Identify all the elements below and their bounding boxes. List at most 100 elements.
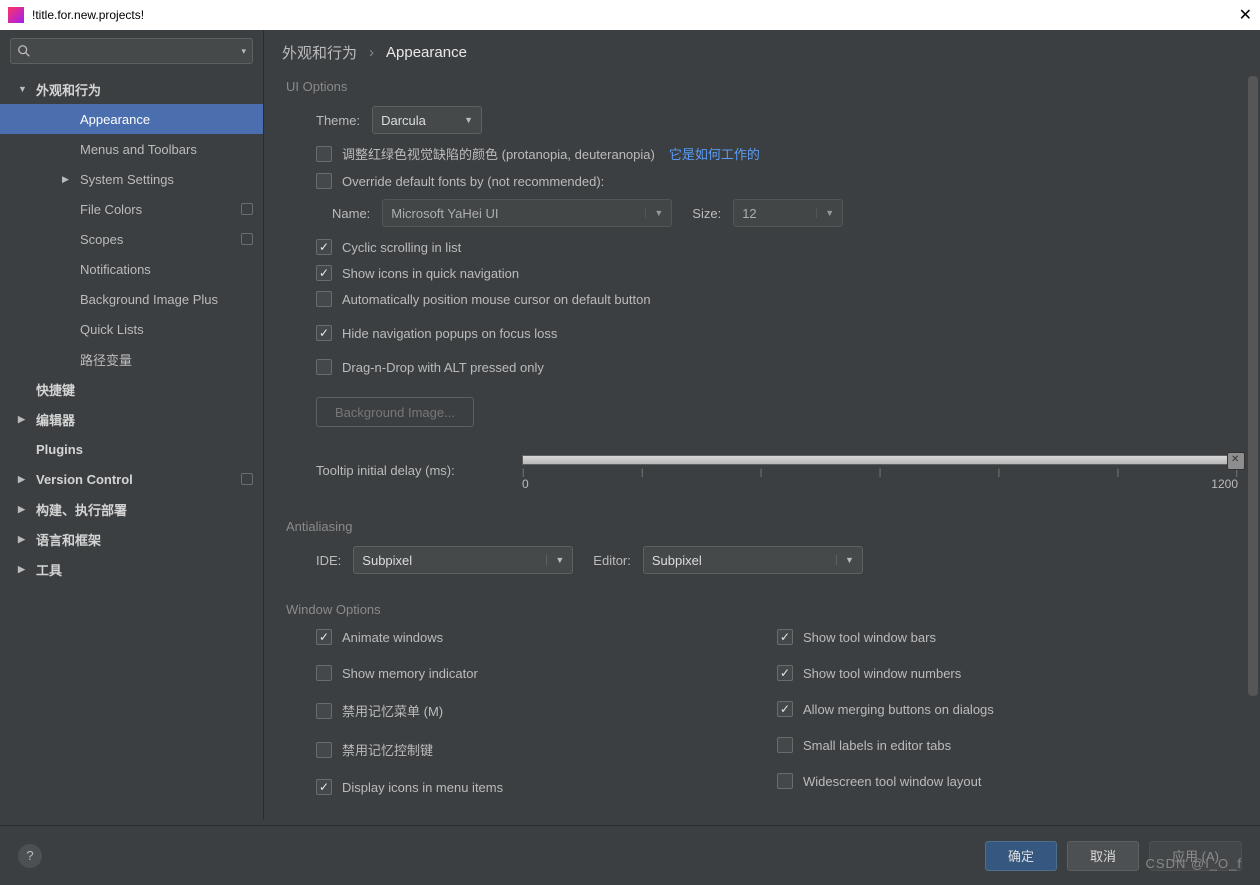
font-size-dropdown[interactable]: 12 ▼ — [733, 199, 843, 227]
search-input[interactable]: ▾ — [10, 38, 253, 64]
chevron-down-icon: ▼ — [464, 115, 473, 125]
sidebar-item[interactable]: Menus and Toolbars — [0, 134, 263, 164]
tooltip-delay-slider[interactable]: ||||||| 0 1200 — [522, 449, 1238, 491]
chevron-down-icon: ▼ — [546, 555, 564, 565]
sidebar-item-label: File Colors — [80, 202, 142, 217]
chevron-right-icon: ▶ — [18, 564, 36, 575]
cyclic-checkbox[interactable] — [316, 239, 332, 255]
sidebar-item-label: Plugins — [36, 442, 83, 457]
slider-thumb-icon[interactable] — [1227, 452, 1245, 470]
chevron-right-icon: ▶ — [18, 504, 36, 515]
sidebar-item[interactable]: Plugins — [0, 434, 263, 464]
chevron-down-icon: ▾ — [241, 46, 246, 57]
help-button[interactable]: ? — [18, 844, 42, 868]
sidebar-item[interactable]: Background Image Plus — [0, 284, 263, 314]
colorblind-checkbox[interactable] — [316, 146, 332, 162]
cancel-button[interactable]: 取消 — [1067, 841, 1139, 871]
sidebar-item[interactable]: 快捷键 — [0, 374, 263, 404]
background-image-button[interactable]: Background Image... — [316, 397, 474, 427]
toolnumbers-checkbox[interactable] — [777, 665, 793, 681]
sidebar-item[interactable]: Scopes — [0, 224, 263, 254]
content-scrollbar[interactable] — [1248, 76, 1258, 816]
sidebar-item-label: 构建、执行部署 — [36, 500, 127, 519]
sidebar-item[interactable]: ▼外观和行为 — [0, 74, 263, 104]
colorblind-link[interactable]: 它是如何工作的 — [669, 144, 760, 163]
chevron-down-icon: ▼ — [645, 208, 663, 218]
project-scope-icon — [241, 203, 253, 215]
chevron-right-icon: ▶ — [62, 174, 80, 185]
dndalt-checkbox[interactable] — [316, 359, 332, 375]
sidebar-item[interactable]: ▶构建、执行部署 — [0, 494, 263, 524]
aa-ide-dropdown[interactable]: Subpixel ▼ — [353, 546, 573, 574]
font-name-label: Name: — [332, 206, 370, 221]
chevron-right-icon: ▶ — [18, 414, 36, 425]
font-size-label: Size: — [692, 206, 721, 221]
sidebar-item[interactable]: ▶Version Control — [0, 464, 263, 494]
animate-checkbox[interactable] — [316, 629, 332, 645]
section-ui-options: UI Options — [286, 79, 1238, 94]
theme-dropdown[interactable]: Darcula ▼ — [372, 106, 482, 134]
footer: ? 确定 取消 应用 (A) — [0, 825, 1260, 885]
chevron-down-icon: ▼ — [816, 208, 834, 218]
sidebar-item-label: 路径变量 — [80, 350, 132, 369]
sidebar-item[interactable]: ▶工具 — [0, 554, 263, 584]
display-icons-checkbox[interactable] — [316, 779, 332, 795]
sidebar-item-label: 外观和行为 — [36, 80, 101, 99]
sidebar-item-label: System Settings — [80, 172, 174, 187]
theme-label: Theme: — [316, 113, 360, 128]
ok-button[interactable]: 确定 — [985, 841, 1057, 871]
mnemonics-menu-checkbox[interactable] — [316, 703, 332, 719]
breadcrumb: 外观和行为 › Appearance — [264, 30, 1260, 73]
title-bar: !title.for.new.projects! ✕ — [0, 0, 1260, 30]
chevron-down-icon: ▼ — [18, 84, 36, 94]
sidebar-item[interactable]: 路径变量 — [0, 344, 263, 374]
sidebar-item-label: 快捷键 — [36, 380, 75, 399]
sidebar-item-label: 编辑器 — [36, 410, 75, 429]
breadcrumb-sep-icon: › — [369, 44, 374, 61]
sidebar-item-label: Background Image Plus — [80, 292, 218, 307]
breadcrumb-root[interactable]: 外观和行为 — [282, 42, 357, 63]
mnemonics-ctrl-checkbox[interactable] — [316, 742, 332, 758]
app-icon — [8, 7, 24, 23]
font-name-dropdown[interactable]: Microsoft YaHei UI ▼ — [382, 199, 672, 227]
window-title: !title.for.new.projects! — [32, 8, 144, 22]
section-window-options: Window Options — [286, 602, 1238, 617]
sidebar-item[interactable]: ▶System Settings — [0, 164, 263, 194]
project-scope-icon — [241, 233, 253, 245]
quicknav-checkbox[interactable] — [316, 265, 332, 281]
merge-dialogs-checkbox[interactable] — [777, 701, 793, 717]
widescreen-checkbox[interactable] — [777, 773, 793, 789]
toolbars-checkbox[interactable] — [777, 629, 793, 645]
scrollbar-thumb[interactable] — [1248, 76, 1258, 696]
colorblind-label: 调整红绿色视觉缺陷的颜色 (protanopia, deuteranopia) — [342, 144, 655, 163]
sidebar-item-label: Version Control — [36, 472, 133, 487]
sidebar-item[interactable]: Appearance — [0, 104, 263, 134]
close-icon[interactable]: ✕ — [1239, 5, 1252, 25]
override-fonts-label: Override default fonts by (not recommend… — [342, 174, 604, 189]
small-labels-checkbox[interactable] — [777, 737, 793, 753]
memory-checkbox[interactable] — [316, 665, 332, 681]
autocursor-checkbox[interactable] — [316, 291, 332, 307]
sidebar-item-label: Scopes — [80, 232, 123, 247]
sidebar-item[interactable]: ▶编辑器 — [0, 404, 263, 434]
aa-editor-dropdown[interactable]: Subpixel ▼ — [643, 546, 863, 574]
hidepopups-checkbox[interactable] — [316, 325, 332, 341]
sidebar-item-label: Notifications — [80, 262, 151, 277]
apply-button[interactable]: 应用 (A) — [1149, 841, 1242, 871]
main-area: ▾ ▼外观和行为AppearanceMenus and Toolbars▶Sys… — [0, 30, 1260, 820]
sidebar-item-label: Menus and Toolbars — [80, 142, 197, 157]
sidebar-item[interactable]: Quick Lists — [0, 314, 263, 344]
chevron-down-icon: ▼ — [836, 555, 854, 565]
sidebar-item-label: 语言和框架 — [36, 530, 101, 549]
settings-tree: ▼外观和行为AppearanceMenus and Toolbars▶Syste… — [0, 72, 263, 820]
aa-ide-label: IDE: — [316, 553, 341, 568]
override-fonts-checkbox[interactable] — [316, 173, 332, 189]
section-antialiasing: Antialiasing — [286, 519, 1238, 534]
chevron-right-icon: ▶ — [18, 534, 36, 545]
sidebar-item-label: Appearance — [80, 112, 150, 127]
sidebar-item[interactable]: File Colors — [0, 194, 263, 224]
sidebar: ▾ ▼外观和行为AppearanceMenus and Toolbars▶Sys… — [0, 30, 264, 820]
sidebar-item[interactable]: ▶语言和框架 — [0, 524, 263, 554]
project-scope-icon — [241, 473, 253, 485]
sidebar-item[interactable]: Notifications — [0, 254, 263, 284]
